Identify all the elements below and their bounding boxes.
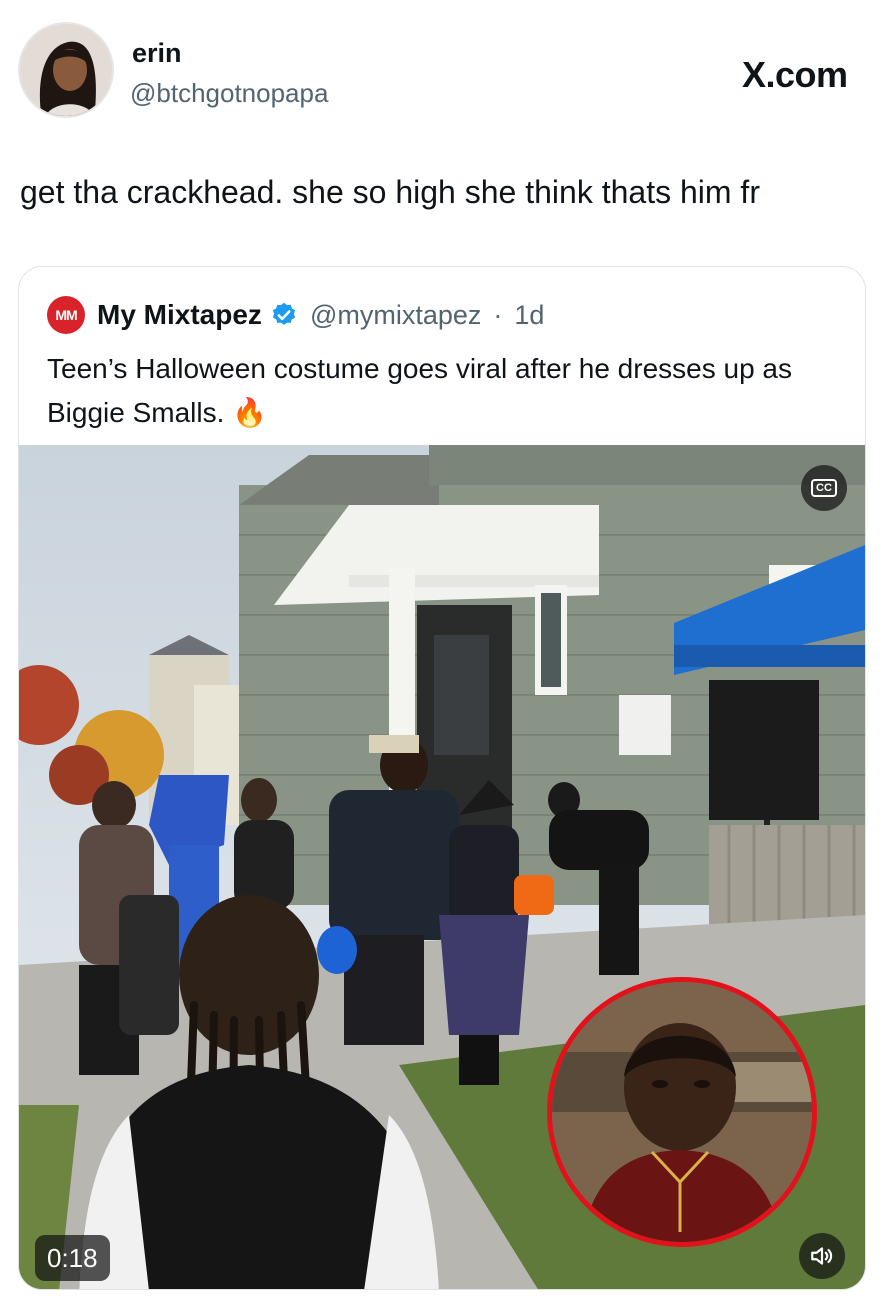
quoted-author-name[interactable]: My Mixtapez [97,299,262,331]
mute-button[interactable] [799,1233,845,1279]
author-avatar[interactable] [18,22,114,118]
closed-captions-icon: CC [811,479,837,497]
quoted-tweet-header: MM My Mixtapez @mymixtapez · 1d [47,295,544,335]
video-duration: 0:18 [35,1235,110,1281]
tweet-author: erin @btchgotnopapa X.com [18,22,878,122]
biggie-inset-photo [547,977,817,1247]
author-handle[interactable]: @btchgotnopapa [130,78,328,109]
quoted-tweet-age[interactable]: 1d [514,300,544,331]
meta-separator: · [493,299,503,330]
quoted-tweet-card[interactable]: MM My Mixtapez @mymixtapez · 1d Teen’s H… [18,266,866,1290]
verified-badge-icon [272,302,296,325]
author-name[interactable]: erin [132,38,182,69]
tweet-text: get tha crackhead. she so high she think… [20,174,760,210]
quoted-author-handle[interactable]: @mymixtapez [310,300,481,331]
captions-button[interactable]: CC [801,465,847,511]
brand-label: X.com [742,54,848,95]
video-player[interactable]: CC 0:18 [19,445,865,1289]
speaker-icon [811,1247,833,1265]
quoted-author-logo[interactable]: MM [47,296,85,334]
quoted-tweet-text: Teen’s Halloween costume goes viral afte… [47,353,792,428]
